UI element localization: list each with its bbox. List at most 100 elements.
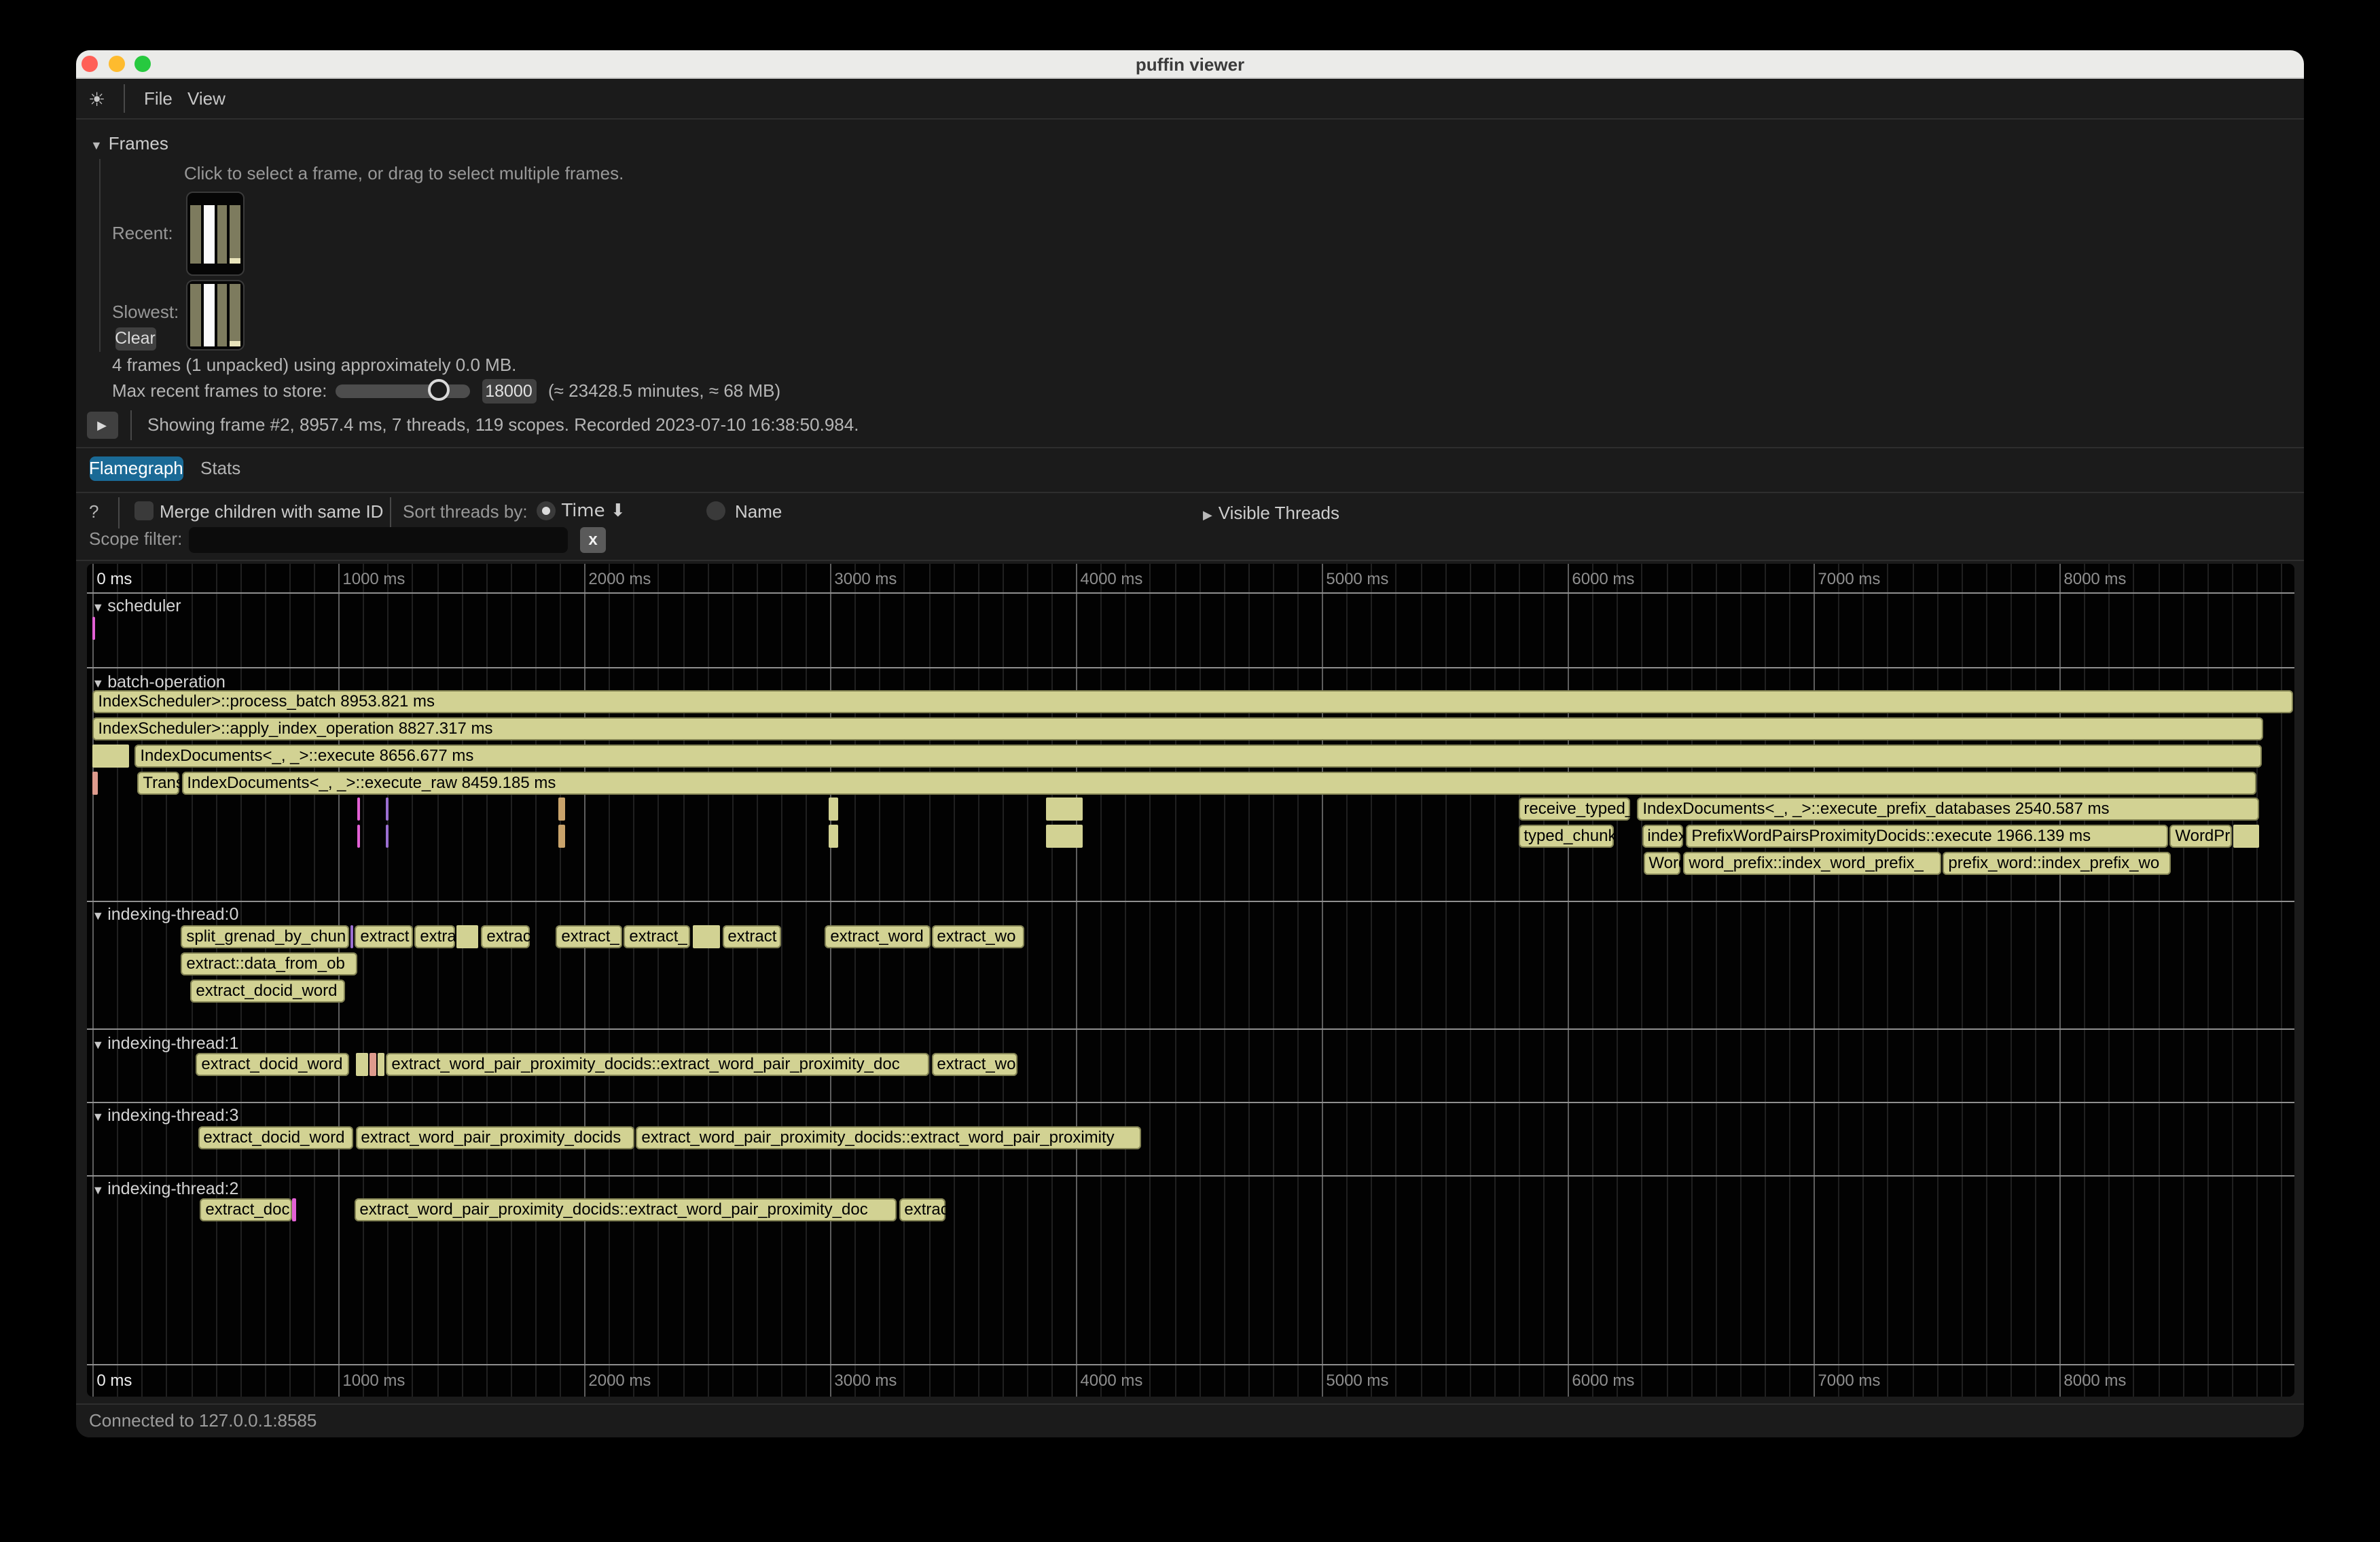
thread-label[interactable]: ▼ indexing-thread:3 xyxy=(92,1107,238,1126)
scope-bar[interactable]: extract_word_pair_proximity_docids xyxy=(355,1126,634,1149)
menu-divider xyxy=(124,84,125,113)
time-tick-label: 1000 ms xyxy=(342,1371,405,1390)
slowest-frames-thumbnail[interactable] xyxy=(186,280,245,351)
scope-bar[interactable]: extract_word_pair_proximity_docids::extr… xyxy=(354,1199,897,1222)
scope-bar[interactable] xyxy=(828,798,837,821)
max-frames-slider[interactable] xyxy=(335,384,469,397)
scope-bar[interactable] xyxy=(385,825,388,848)
separator xyxy=(76,491,2304,492)
gridline xyxy=(904,564,905,1397)
merge-children-checkbox[interactable] xyxy=(134,501,153,520)
frames-header[interactable]: ▼ Frames xyxy=(90,132,168,156)
play-button[interactable]: ▶ xyxy=(86,411,118,438)
scope-bar[interactable]: extrac xyxy=(481,926,530,949)
gridline xyxy=(535,564,537,1397)
scope-bar[interactable] xyxy=(1046,798,1082,821)
scope-bar[interactable] xyxy=(378,1054,384,1077)
clear-filter-button[interactable]: x xyxy=(580,526,606,552)
scope-bar[interactable]: split_grenad_by_chun xyxy=(181,926,349,949)
scope-bar[interactable] xyxy=(357,798,359,821)
sort-threads-label: Sort threads by: xyxy=(403,501,528,521)
sort-name-label[interactable]: Name xyxy=(735,501,782,521)
scope-bar[interactable]: extract_word_pair_proximity_docids::extr… xyxy=(386,1054,928,1077)
scope-bar[interactable]: extract_docid_word xyxy=(190,980,344,1003)
scope-bar[interactable]: extract_ xyxy=(624,926,690,949)
visible-threads-header[interactable]: ▶ Visible Threads xyxy=(1203,501,1339,525)
scope-bar[interactable] xyxy=(92,771,98,794)
scope-bar[interactable]: Word xyxy=(1643,852,1680,875)
scope-bar[interactable]: index xyxy=(1642,825,1683,848)
time-tick-label: 4000 ms xyxy=(1080,569,1142,588)
scope-bar[interactable]: extrac xyxy=(899,1199,945,1222)
menu-view[interactable]: View xyxy=(187,88,226,109)
scope-bar[interactable]: IndexDocuments<_, _>::execute 8656.677 m… xyxy=(134,745,2262,768)
clear-button[interactable]: Clear xyxy=(115,327,156,350)
scope-bar[interactable] xyxy=(692,926,719,949)
slider-knob[interactable] xyxy=(427,379,449,401)
scope-bar[interactable]: extract::data_from_ob xyxy=(181,953,357,976)
scope-bar[interactable] xyxy=(558,825,564,848)
scope-bar[interactable] xyxy=(2233,825,2258,848)
sort-name-radio[interactable] xyxy=(706,501,725,520)
scope-bar[interactable]: word_prefix::index_word_prefix_ xyxy=(1683,852,1941,875)
scope-bar[interactable]: IndexScheduler>::process_batch 8953.821 … xyxy=(92,691,2293,714)
scope-bar[interactable]: extract_word xyxy=(825,926,931,949)
gridline xyxy=(412,564,414,1397)
scope-bar[interactable] xyxy=(92,617,95,640)
scope-filter-input[interactable] xyxy=(188,526,567,552)
scope-bar[interactable]: extra xyxy=(414,926,455,949)
scope-bar[interactable] xyxy=(92,745,129,768)
sort-time-label[interactable]: Time ⬇ xyxy=(562,501,626,521)
scope-bar[interactable] xyxy=(1046,825,1082,848)
scope-bar[interactable]: extract_docid_word xyxy=(198,1126,353,1149)
thread-label[interactable]: ▼ indexing-thread:1 xyxy=(92,1033,238,1052)
scope-bar[interactable]: prefix_word::index_prefix_wo xyxy=(1943,852,2171,875)
help-button[interactable]: ? xyxy=(89,501,98,521)
scope-bar[interactable] xyxy=(385,798,388,821)
scope-bar[interactable]: receive_typed_ xyxy=(1518,798,1629,821)
flamegraph-canvas[interactable]: 0 ms0 ms1000 ms1000 ms2000 ms2000 ms3000… xyxy=(86,564,2294,1397)
scope-bar[interactable]: Trans xyxy=(137,771,179,794)
scope-bar[interactable] xyxy=(292,1199,295,1222)
thread-label[interactable]: ▼ scheduler xyxy=(92,596,181,615)
scope-bar[interactable] xyxy=(558,798,564,821)
selected-frame-bar xyxy=(204,284,215,346)
gridline xyxy=(2158,564,2159,1397)
scope-bar[interactable]: extract_docid_word xyxy=(196,1054,349,1077)
theme-toggle-icon[interactable]: ☀ xyxy=(88,88,105,111)
gridline xyxy=(1863,564,1864,1397)
scope-bar[interactable] xyxy=(350,926,353,949)
gridline xyxy=(1986,564,1987,1397)
recent-frames-thumbnail[interactable] xyxy=(186,191,245,275)
scope-bar[interactable]: extract_ xyxy=(556,926,621,949)
scope-bar[interactable]: extract xyxy=(355,926,413,949)
scope-bar[interactable] xyxy=(355,1054,367,1077)
scope-bar[interactable]: IndexDocuments<_, _>::execute_raw 8459.1… xyxy=(181,771,2256,794)
scope-bar[interactable] xyxy=(369,1054,376,1077)
scope-bar[interactable]: IndexScheduler>::apply_index_operation 8… xyxy=(92,717,2263,740)
scope-bar[interactable]: extract xyxy=(722,926,781,949)
tab-flamegraph[interactable]: Flamegraph xyxy=(89,456,183,480)
scope-bar[interactable]: extract_wo xyxy=(931,1054,1017,1077)
thread-label[interactable]: ▼ indexing-thread:2 xyxy=(92,1179,238,1198)
max-frames-value[interactable]: 18000 xyxy=(482,378,536,403)
scope-bar[interactable]: WordPr xyxy=(2169,825,2231,848)
scope-bar[interactable] xyxy=(456,926,477,949)
sort-time-radio[interactable] xyxy=(536,501,555,520)
menu-file[interactable]: File xyxy=(144,88,173,109)
scope-bar[interactable] xyxy=(828,825,837,848)
thread-label[interactable]: ▼ indexing-thread:0 xyxy=(92,906,238,925)
scope-bar[interactable]: extract_word_pair_proximity_docids::extr… xyxy=(636,1126,1140,1149)
scope-bar[interactable]: IndexDocuments<_, _>::execute_prefix_dat… xyxy=(1637,798,2259,821)
scope-bar[interactable]: extract_doc xyxy=(200,1199,291,1222)
scope-bar[interactable]: typed_chunk::w xyxy=(1518,825,1614,848)
scope-bar[interactable] xyxy=(357,825,359,848)
section-separator xyxy=(86,592,2294,593)
section-separator xyxy=(86,1175,2294,1176)
slowest-label: Slowest: xyxy=(112,301,179,321)
scope-bar[interactable]: extract_wo xyxy=(931,926,1024,949)
scope-bar[interactable]: PrefixWordPairsProximityDocids::execute … xyxy=(1686,825,2168,848)
thread-label[interactable]: ▼ batch-operation xyxy=(92,673,226,692)
gridline xyxy=(1347,564,1348,1397)
tab-stats[interactable]: Stats xyxy=(200,456,240,480)
